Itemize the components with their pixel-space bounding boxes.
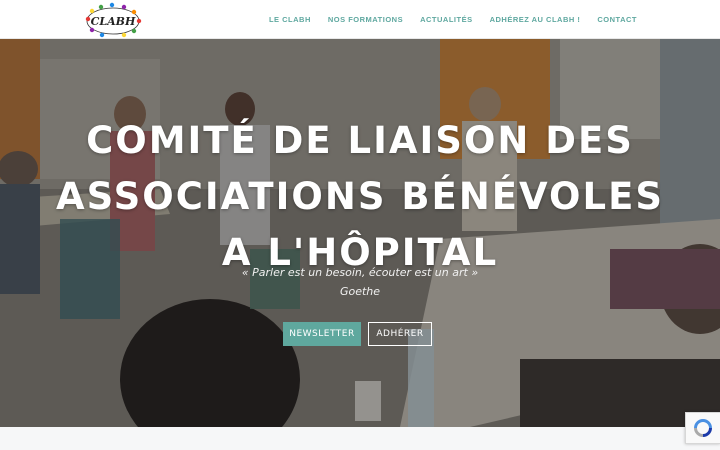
clabh-logo[interactable]: CLABH xyxy=(82,0,144,39)
nav-item-contact[interactable]: CONTACT xyxy=(597,15,637,24)
hero-quote-author: Goethe xyxy=(339,285,381,298)
recaptcha-icon xyxy=(694,419,712,437)
adherer-button[interactable]: ADHÉRER xyxy=(368,322,432,346)
hero-title-line-2: ASSOCIATIONS BÉNÉVOLES xyxy=(55,175,664,218)
main-nav: LE CLABH NOS FORMATIONS ACTUALITÉS ADHÉR… xyxy=(269,0,637,39)
hero-section: COMITÉ DE LIAISON DES ASSOCIATIONS BÉNÉV… xyxy=(0,39,720,427)
nav-item-le-clabh[interactable]: LE CLABH xyxy=(269,15,311,24)
nav-item-adherez[interactable]: ADHÉREZ AU CLABH ! xyxy=(490,15,581,24)
hero-title: COMITÉ DE LIAISON DES ASSOCIATIONS BÉNÉV… xyxy=(0,113,720,281)
hero-quote: « Parler est un besoin, écouter est un a… xyxy=(241,266,479,279)
logo-wordmark: CLABH xyxy=(91,15,136,28)
nav-item-actualites[interactable]: ACTUALITÉS xyxy=(420,15,473,24)
hero-title-line-1: COMITÉ DE LIAISON DES xyxy=(86,119,634,162)
recaptcha-badge[interactable] xyxy=(685,412,720,444)
nav-item-nos-formations[interactable]: NOS FORMATIONS xyxy=(328,15,403,24)
site-header: CLABH LE CLABH NOS FORMATIONS ACTUALITÉS… xyxy=(0,0,720,39)
next-section-strip xyxy=(0,427,720,450)
newsletter-button[interactable]: NEWSLETTER xyxy=(283,322,361,346)
